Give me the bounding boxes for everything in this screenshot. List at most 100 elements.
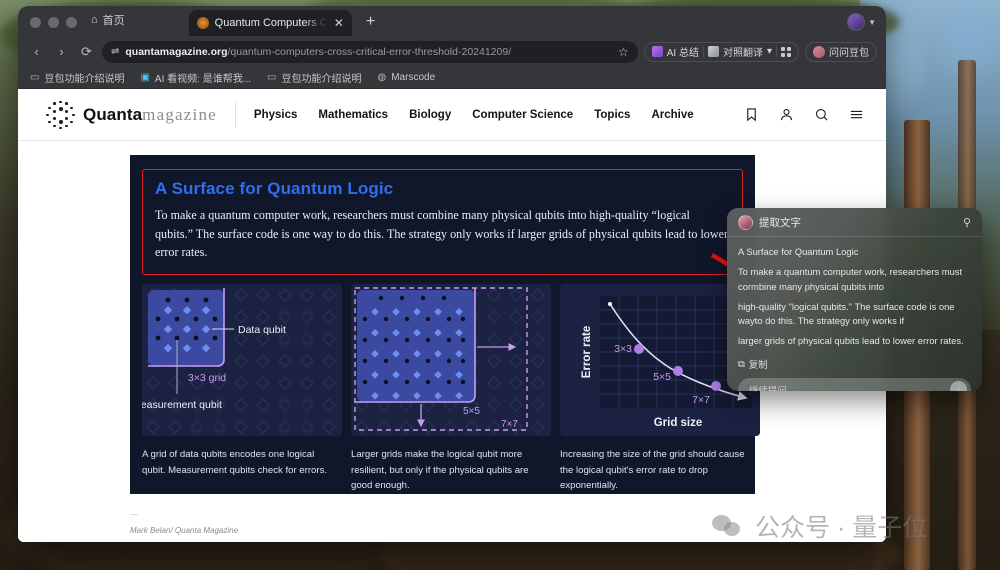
ask-doubao-button[interactable]: 问问豆包 <box>805 41 877 62</box>
url-domain: quantamagazine.org <box>125 45 228 58</box>
figure-panels: Data qubit 3×3 grid Measurement qubit A … <box>130 275 760 494</box>
new-tab-button[interactable]: + <box>366 13 375 31</box>
label-grid-size: 3×3 grid <box>188 372 226 384</box>
globe-icon: ◍ <box>377 72 387 83</box>
profile-button[interactable]: ▼ <box>847 13 876 31</box>
panel-caption: A grid of data qubits encodes one logica… <box>142 449 328 476</box>
nav-item-physics[interactable]: Physics <box>254 109 297 121</box>
point-label-7x7: 7×7 <box>692 394 710 406</box>
label-grid-7x7: 7×7 <box>501 419 518 430</box>
logo-bold: Quanta <box>83 104 143 124</box>
input-placeholder: 继续提问 <box>749 384 787 391</box>
popup-body: A Surface for Quantum Logic To make a qu… <box>727 237 982 349</box>
popup-header: 提取文字 ⚲ <box>727 208 982 237</box>
site-header: Quantamagazine Physics Mathematics Biolo… <box>18 89 886 141</box>
bookmark-icon[interactable] <box>744 107 759 122</box>
popup-title: 提取文字 <box>759 216 801 229</box>
extracted-line: To make a quantum computer work, researc… <box>738 266 963 292</box>
panel-5x5-art: 5×5 7×7 <box>351 284 551 437</box>
ask-doubao-label: 问问豆包 <box>829 48 869 59</box>
extracted-line: larger grids of physical qubits lead to … <box>738 335 964 347</box>
nav-item-computer-science[interactable]: Computer Science <box>472 109 573 121</box>
quanta-logo-icon <box>46 100 75 130</box>
browser-toolbar: ‹ › ⟳ ⇌ quantamagazine.org/quantum-compu… <box>18 36 886 67</box>
minimize-window-button[interactable] <box>48 17 59 28</box>
panel-caption: Larger grids make the logical qubit more… <box>351 449 529 492</box>
bookmark-item[interactable]: ▣ AI 看视频: 是谁帮我... <box>140 70 251 85</box>
site-logo-text: Quantamagazine <box>83 105 217 125</box>
translate-icon <box>707 46 719 57</box>
send-button[interactable]: ↑ <box>950 381 967 391</box>
panel-3x3-art: Data qubit 3×3 grid Measurement qubit <box>142 284 342 437</box>
panel-5x5: 5×5 7×7 Larger grids make the logical qu… <box>351 284 551 494</box>
video-icon: ▣ <box>140 72 150 83</box>
chevron-down-icon: ▼ <box>868 17 876 27</box>
header-icon-group <box>744 107 864 122</box>
bookmarks-bar: ▭ 豆包功能介绍说明 ▣ AI 看视频: 是谁帮我... ▭ 豆包功能介绍说明 … <box>18 67 886 89</box>
ai-summary-icon <box>651 46 663 57</box>
figure-credit: — Mark Belan/ Quanta Magazine <box>130 510 755 535</box>
close-tab-button[interactable]: ✕ <box>334 17 344 29</box>
favicon-icon <box>196 17 209 29</box>
close-window-button[interactable] <box>30 17 41 28</box>
bookmark-label: AI 看视频: 是谁帮我... <box>154 74 252 85</box>
highlighted-callout: A Surface for Quantum Logic To make a qu… <box>142 169 743 276</box>
bookmark-star-icon[interactable]: ☆ <box>618 45 629 59</box>
data-point-5x5 <box>673 366 683 377</box>
home-icon: ⌂ <box>91 14 98 26</box>
divider <box>234 101 236 128</box>
back-button[interactable]: ‹ <box>27 44 46 59</box>
account-icon[interactable] <box>779 107 794 122</box>
chevron-down-icon[interactable]: ▾ <box>767 46 772 57</box>
compare-translate-label: 对照翻译 <box>722 48 763 59</box>
nav-item-mathematics[interactable]: Mathematics <box>318 109 388 121</box>
credit-dash: — <box>130 509 138 519</box>
maximize-window-button[interactable] <box>66 17 77 28</box>
tab-title: Quantum Computers C <box>214 17 328 29</box>
followup-question-input[interactable]: 继续提问 ↑ <box>738 377 971 391</box>
label-measurement-qubit: Measurement qubit <box>142 399 222 411</box>
bookmark-item[interactable]: ▭ 豆包功能介绍说明 <box>30 70 124 85</box>
ai-toolbar-group[interactable]: AI 总结 对照翻译 ▾ <box>643 41 799 62</box>
tab-home[interactable]: ⌂ 首页 <box>87 12 137 36</box>
figure-deck: To make a quantum computer work, researc… <box>155 208 728 260</box>
comment-icon: ▭ <box>267 72 277 83</box>
ai-summary-label: AI 总结 <box>666 48 699 59</box>
copy-label: 复制 <box>748 358 768 370</box>
nav-item-archive[interactable]: Archive <box>651 109 693 121</box>
bookmark-label: Marscode <box>391 72 436 83</box>
tab-quantum-computers[interactable]: Quantum Computers C ✕ <box>188 10 352 36</box>
site-nav: Physics Mathematics Biology Computer Sci… <box>254 109 694 121</box>
comment-icon: ▭ <box>30 72 40 83</box>
search-icon[interactable] <box>814 107 829 122</box>
site-settings-icon[interactable]: ⇌ <box>111 46 119 57</box>
nav-item-biology[interactable]: Biology <box>409 109 451 121</box>
tab-strip: ⌂ 首页 Quantum Computers C ✕ + ▼ <box>18 6 886 36</box>
label-grid-5x5: 5×5 <box>463 406 480 417</box>
avatar <box>847 13 866 31</box>
address-bar[interactable]: ⇌ quantamagazine.org/quantum-computers-c… <box>102 40 638 63</box>
chart-xlabel: Grid size <box>654 417 703 429</box>
divider <box>702 46 704 57</box>
apps-grid-icon[interactable] <box>781 46 791 57</box>
bookmark-item[interactable]: ▭ 豆包功能介绍说明 <box>267 70 361 85</box>
url-text: quantamagazine.org/quantum-computers-cro… <box>125 46 511 58</box>
panel-3x3: Data qubit 3×3 grid Measurement qubit A … <box>142 284 342 494</box>
doubao-avatar-icon <box>738 214 753 230</box>
url-path: /quantum-computers-cross-critical-error-… <box>227 45 512 58</box>
window-controls[interactable] <box>18 17 87 36</box>
doubao-avatar-icon <box>813 45 825 58</box>
panel-5x5-svg: 5×5 7×7 <box>351 284 551 437</box>
menu-icon[interactable] <box>849 107 864 122</box>
nav-item-topics[interactable]: Topics <box>594 109 630 121</box>
site-logo[interactable]: Quantamagazine <box>46 100 217 130</box>
bookmark-label: 豆包功能介绍说明 <box>44 74 125 85</box>
copy-button[interactable]: ⧉ 复制 <box>727 355 982 371</box>
reload-button[interactable]: ⟳ <box>77 44 96 60</box>
bookmark-item[interactable]: ◍ Marscode <box>377 72 435 83</box>
divider <box>776 46 777 57</box>
pin-icon[interactable]: ⚲ <box>963 216 971 229</box>
point-label-5x5: 5×5 <box>653 371 671 383</box>
forward-button[interactable]: › <box>52 44 71 59</box>
extracted-line: A Surface for Quantum Logic <box>738 246 859 257</box>
